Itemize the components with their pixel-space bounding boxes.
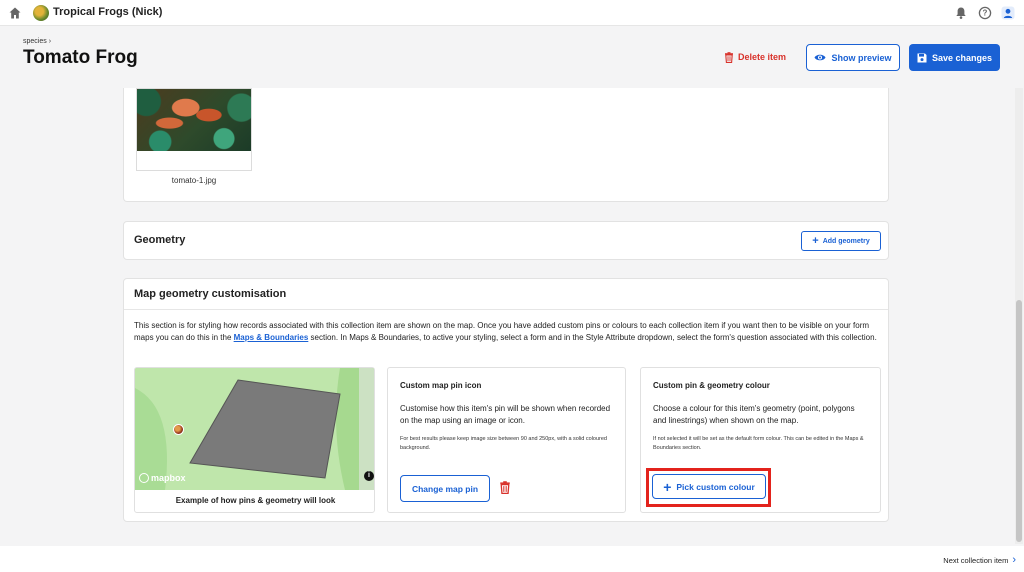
custom-pin-body: Customise how this item's pin will be sh… [400, 404, 611, 425]
page-scrollbar[interactable] [1015, 88, 1023, 544]
plus-icon: + [812, 235, 819, 247]
save-changes-label: Save changes [931, 52, 993, 63]
image-filename: tomato-1.jpg [171, 176, 217, 185]
breadcrumb[interactable]: species › [23, 38, 51, 45]
map-customisation-card: Map geometry customisation This section … [123, 278, 889, 522]
delete-item-button[interactable]: Delete item [724, 48, 786, 66]
svg-text:?: ? [983, 9, 988, 18]
mapbox-icon [139, 473, 149, 483]
add-geometry-label: Add geometry [822, 237, 870, 245]
info-icon[interactable]: i [364, 471, 374, 481]
show-preview-label: Show preview [831, 52, 892, 63]
geometry-title: Geometry [134, 234, 186, 246]
map-geometry-shape [135, 368, 374, 490]
change-map-pin-button[interactable]: Change map pin [400, 475, 490, 502]
trash-icon [725, 51, 733, 63]
maps-boundaries-link[interactable]: Maps & Boundaries [234, 333, 309, 342]
pick-custom-colour-button[interactable]: + Pick custom colour [652, 474, 766, 499]
pick-custom-colour-label: Pick custom colour [676, 481, 755, 492]
breadcrumb-species[interactable]: species [23, 38, 47, 45]
page-title: Tomato Frog [23, 47, 138, 68]
trash-icon[interactable] [499, 481, 511, 494]
divider [124, 309, 888, 310]
custom-colour-body: Choose a colour for this item's geometry… [653, 404, 855, 425]
map-customisation-title: Map geometry customisation [134, 288, 287, 300]
map-preview-panel: mapbox i Example of how pins & geometry … [134, 367, 375, 513]
plus-icon: + [663, 478, 672, 495]
frog-pin-icon [173, 424, 184, 435]
images-card: tomato-1.jpg [123, 88, 889, 202]
project-name[interactable]: Tropical Frogs (Nick) [53, 6, 162, 18]
scrollbar-thumb[interactable] [1016, 300, 1022, 542]
show-preview-button[interactable]: Show preview [806, 44, 900, 71]
home-icon[interactable] [8, 6, 22, 20]
project-logo[interactable] [33, 5, 49, 21]
geometry-card: Geometry + Add geometry [123, 221, 889, 260]
top-bar: Tropical Frogs (Nick) ? [0, 0, 1024, 26]
save-changes-button[interactable]: Save changes [909, 44, 1000, 71]
add-geometry-button[interactable]: + Add geometry [801, 231, 881, 251]
custom-colour-note: If not selected it will be set as the de… [653, 436, 864, 451]
custom-colour-title: Custom pin & geometry colour [653, 381, 770, 390]
next-collection-item-label: Next collection item [943, 555, 1009, 565]
chevron-right-icon: › [1012, 554, 1016, 566]
custom-pin-panel: Custom map pin icon Customise how this i… [387, 367, 626, 513]
image-thumbnail[interactable] [136, 88, 252, 171]
map-preview-caption: Example of how pins & geometry will look [175, 496, 336, 505]
help-icon[interactable]: ? [978, 6, 992, 20]
footer: Next collection item › [0, 546, 1024, 572]
tomato-frog-photo [137, 89, 251, 151]
mapbox-logo: mapbox [139, 473, 186, 483]
map-preview[interactable]: mapbox i [135, 368, 374, 490]
delete-item-label: Delete item [738, 52, 787, 62]
chevron-right-icon: › [48, 38, 52, 45]
eye-icon [814, 54, 826, 61]
custom-pin-note: For best results please keep image size … [400, 436, 607, 451]
next-collection-item-link[interactable]: Next collection item › [943, 554, 1016, 566]
account-icon[interactable] [1001, 6, 1015, 20]
custom-pin-title: Custom map pin icon [400, 381, 482, 390]
map-customisation-description: This section is for styling how records … [134, 321, 877, 342]
bell-icon[interactable] [954, 6, 968, 20]
floppy-disk-icon [917, 53, 927, 62]
